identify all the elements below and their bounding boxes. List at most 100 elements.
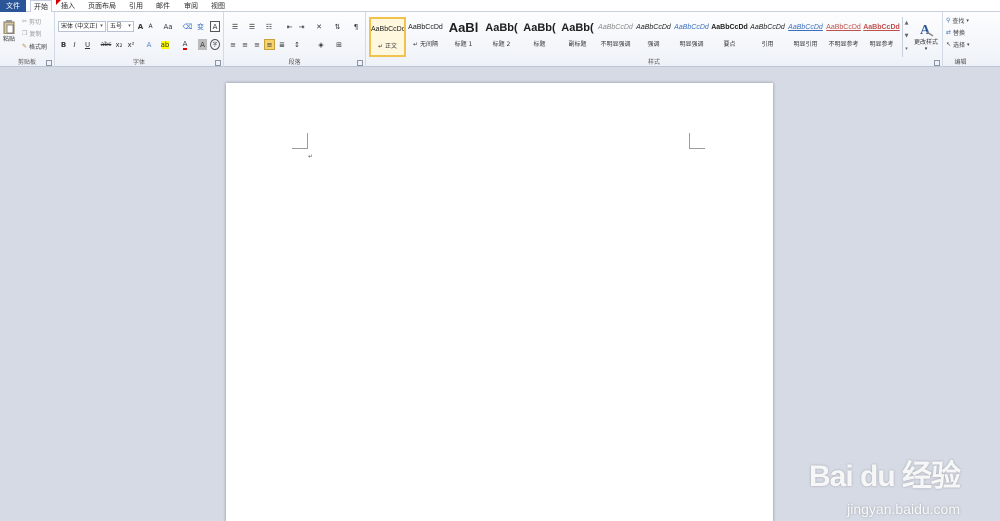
editing-group-label: 编辑	[954, 59, 967, 66]
style-heading-2[interactable]: AaBb( 标题 2	[483, 17, 520, 57]
shading-button[interactable]: ◈	[314, 39, 328, 50]
style-heading-1[interactable]: AaBl 标题 1	[445, 17, 482, 57]
decrease-indent-button[interactable]: ⇤	[284, 21, 295, 32]
tab-references[interactable]: 引用	[126, 0, 146, 12]
style-name: 强调	[647, 41, 660, 48]
style-preview: AaBbCcDd	[598, 24, 633, 31]
copy-button[interactable]: ❐ 复制	[22, 29, 41, 38]
superscript-button[interactable]: x²	[126, 39, 136, 50]
style-intense-quote[interactable]: AaBbCcDd 明显引用	[787, 17, 824, 57]
multilevel-list-button[interactable]: ☷	[262, 21, 276, 32]
line-spacing-button[interactable]: ↕	[290, 39, 304, 50]
change-styles-button[interactable]: A 更改样式 ▾	[912, 16, 940, 56]
styles-dialog-launcher-icon[interactable]	[934, 60, 940, 66]
enclose-char-button[interactable]: 字	[210, 39, 220, 50]
highlight-button[interactable]: ab	[159, 39, 171, 50]
align-left-button[interactable]: ≡	[228, 39, 238, 50]
style-preview: AaBb(	[561, 22, 594, 34]
italic-icon: I	[73, 40, 76, 49]
clipboard-dialog-launcher-icon[interactable]	[46, 60, 52, 66]
style-subtitle[interactable]: AaBb( 副标题	[559, 17, 596, 57]
editing-group: ⚲ 查找 ▾ ⇄ 替换 ↖ 选择 ▾ 编辑	[943, 12, 978, 67]
subscript-button[interactable]: x₂	[114, 39, 124, 50]
align-center-button[interactable]: ≡	[240, 39, 250, 50]
gallery-up-icon[interactable]: ▲	[903, 17, 910, 30]
font-size-combo[interactable]: 五号 ▾	[107, 21, 134, 32]
chevron-down-icon: ▾	[128, 23, 131, 29]
decrease-indent-icon: ⇤	[286, 22, 293, 31]
chinese-layout-button[interactable]: ✕	[312, 21, 326, 32]
style-name: 明显引用	[793, 41, 818, 48]
phonetic-guide-button[interactable]: 变	[195, 21, 206, 32]
tab-page-layout[interactable]: 页面布局	[86, 0, 118, 12]
style-name: 标题 1	[454, 41, 473, 48]
tab-insert[interactable]: 插入	[58, 0, 78, 12]
justify-button[interactable]: ≡	[264, 39, 275, 50]
style-emphasis[interactable]: AaBbCcDd 强调	[635, 17, 672, 57]
style-preview: AaBbCcDd	[711, 24, 748, 31]
document-page[interactable]: ↵	[226, 83, 773, 521]
tab-mailings[interactable]: 邮件	[153, 0, 173, 12]
bullets-button[interactable]: ☰	[228, 21, 242, 32]
change-case-button[interactable]: Aa	[161, 21, 175, 32]
style-quote[interactable]: AaBbCcDd 引用	[749, 17, 786, 57]
char-border-button[interactable]: A	[210, 21, 220, 32]
paragraph-dialog-launcher-icon[interactable]	[357, 60, 363, 66]
font-color-button[interactable]: A	[179, 39, 191, 50]
distributed-icon: ≣	[279, 40, 285, 49]
style-name: 不明显参考	[828, 41, 859, 48]
text-effects-button[interactable]: A	[143, 39, 155, 50]
cut-button[interactable]: ✂ 剪切	[22, 17, 41, 26]
select-button[interactable]: ↖ 选择 ▾	[946, 40, 970, 49]
sort-button[interactable]: ⇅	[332, 21, 343, 32]
style-subtle-reference[interactable]: AaBbCcDd 不明显参考	[825, 17, 862, 57]
style-subtle-emphasis[interactable]: AaBbCcDd 不明显强调	[597, 17, 634, 57]
tab-review[interactable]: 审阅	[181, 0, 201, 12]
gallery-more-icon[interactable]: ▾	[903, 43, 910, 56]
chevron-down-icon: ▾	[967, 41, 970, 48]
tab-file[interactable]: 文件	[0, 0, 26, 12]
paste-button[interactable]: 粘贴	[2, 16, 16, 46]
italic-button[interactable]: I	[70, 39, 79, 50]
style-name: ↵ 无间隔	[413, 41, 438, 48]
borders-button[interactable]: ⊞	[332, 39, 346, 50]
paragraph-group-label: 段落	[288, 59, 301, 66]
style-preview: AaBb(	[523, 22, 556, 34]
scissors-icon: ✂	[22, 18, 28, 25]
style-strong[interactable]: AaBbCcDd 要点	[711, 17, 748, 57]
show-marks-button[interactable]: ¶	[351, 21, 361, 32]
distributed-button[interactable]: ≣	[277, 39, 287, 50]
numbering-button[interactable]: ☰	[245, 21, 259, 32]
clipboard-group: 粘贴 ✂ 剪切 ❐ 复制 ✎ 格式刷 剪贴板	[0, 12, 55, 67]
bold-icon: B	[60, 40, 67, 49]
font-name-combo[interactable]: 宋体 (中文正) ▾	[58, 21, 106, 32]
paragraph-mark: ↵	[308, 153, 314, 160]
style-intense-reference[interactable]: AaBbCcDd 明显参考	[863, 17, 900, 57]
text-effects-icon: A	[146, 40, 152, 49]
replace-button[interactable]: ⇄ 替换	[946, 28, 965, 37]
style-no-spacing[interactable]: AaBbCcDd ↵ 无间隔	[407, 17, 444, 57]
underline-button[interactable]: U	[82, 39, 93, 50]
replace-icon: ⇄	[946, 29, 952, 36]
grow-font-button[interactable]: A	[136, 21, 145, 32]
shrink-font-icon: A	[148, 23, 153, 30]
tab-view[interactable]: 视图	[208, 0, 228, 12]
strikethrough-button[interactable]: abc	[100, 39, 112, 50]
clear-format-button[interactable]: ⌫	[182, 21, 193, 32]
shrink-font-button[interactable]: A	[146, 21, 155, 32]
font-dialog-launcher-icon[interactable]	[215, 60, 221, 66]
style-name: 标题 2	[492, 41, 511, 48]
align-right-button[interactable]: ≡	[252, 39, 262, 50]
format-painter-button[interactable]: ✎ 格式刷	[22, 42, 47, 51]
style-name: 明显参考	[869, 41, 894, 48]
increase-indent-button[interactable]: ⇥	[296, 21, 307, 32]
style-title[interactable]: AaBb( 标题	[521, 17, 558, 57]
find-button[interactable]: ⚲ 查找 ▾	[946, 16, 969, 25]
gallery-down-icon[interactable]: ▼	[903, 30, 910, 43]
style-intense-emphasis[interactable]: AaBbCcDd 明显强调	[673, 17, 710, 57]
paste-icon	[3, 19, 15, 34]
binoculars-icon: ⚲	[946, 17, 951, 24]
style-normal[interactable]: AaBbCcDd ↵ 正文	[369, 17, 406, 57]
char-shading-button[interactable]: A	[198, 39, 207, 50]
bold-button[interactable]: B	[59, 39, 68, 50]
